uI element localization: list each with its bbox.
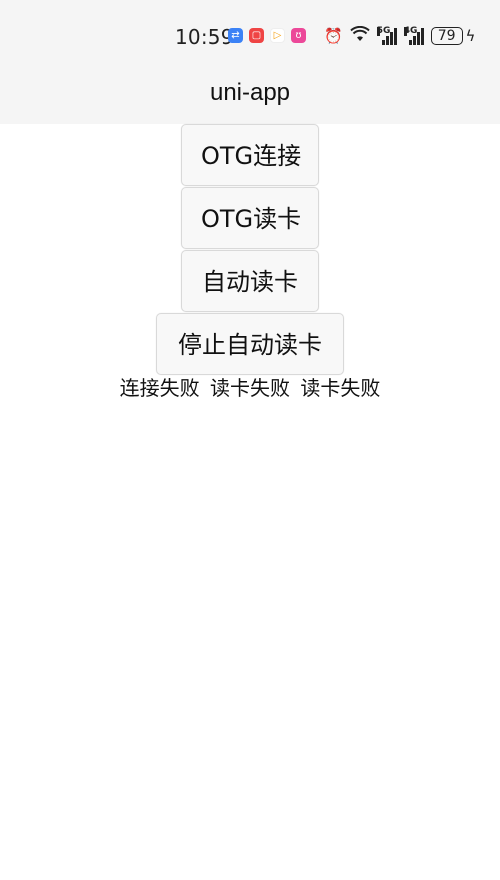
signal-4g-icon: 4G [403, 27, 424, 45]
page-title: uni-app [209, 79, 291, 106]
result-read-1: 读卡失败 [210, 376, 290, 400]
auto-read-card-button[interactable]: 自动读卡 [181, 250, 319, 312]
status-time: 10:59 [175, 25, 234, 49]
result-connect: 连接失败 [119, 376, 200, 400]
signal-5g-icon: 5G [376, 27, 397, 45]
charging-icon: ϟ [465, 27, 476, 45]
otg-read-card-button[interactable]: OTG读卡 [181, 187, 319, 249]
battery-indicator: 79 [430, 27, 463, 45]
stop-auto-read-button[interactable]: 停止自动读卡 [156, 313, 344, 375]
pink-app-icon: ʊ [291, 28, 306, 43]
main-content: OTG连接 OTG读卡 自动读卡 停止自动读卡 连接失败 读卡失败 读卡失败 [0, 124, 500, 401]
system-icons: ⏰ 5G 4G 79 ϟ [324, 25, 476, 46]
result-read-2: 读卡失败 [300, 376, 381, 400]
alarm-icon: ⏰ [324, 27, 343, 45]
navigation-bar: uni-app [0, 72, 500, 124]
status-bar: 10:59 ⇄ ▢ ▷ ʊ ⏰ 5G 4G 79 ϟ [0, 0, 500, 72]
result-text: 连接失败 读卡失败 读卡失败 [0, 375, 500, 401]
notification-icons: ⇄ ▢ ▷ ʊ [228, 28, 306, 43]
play-app-icon: ▷ [270, 28, 285, 43]
usb-app-icon: ⇄ [228, 28, 243, 43]
red-app-icon: ▢ [249, 28, 264, 43]
wifi-icon [349, 25, 370, 46]
otg-connect-button[interactable]: OTG连接 [181, 124, 319, 186]
